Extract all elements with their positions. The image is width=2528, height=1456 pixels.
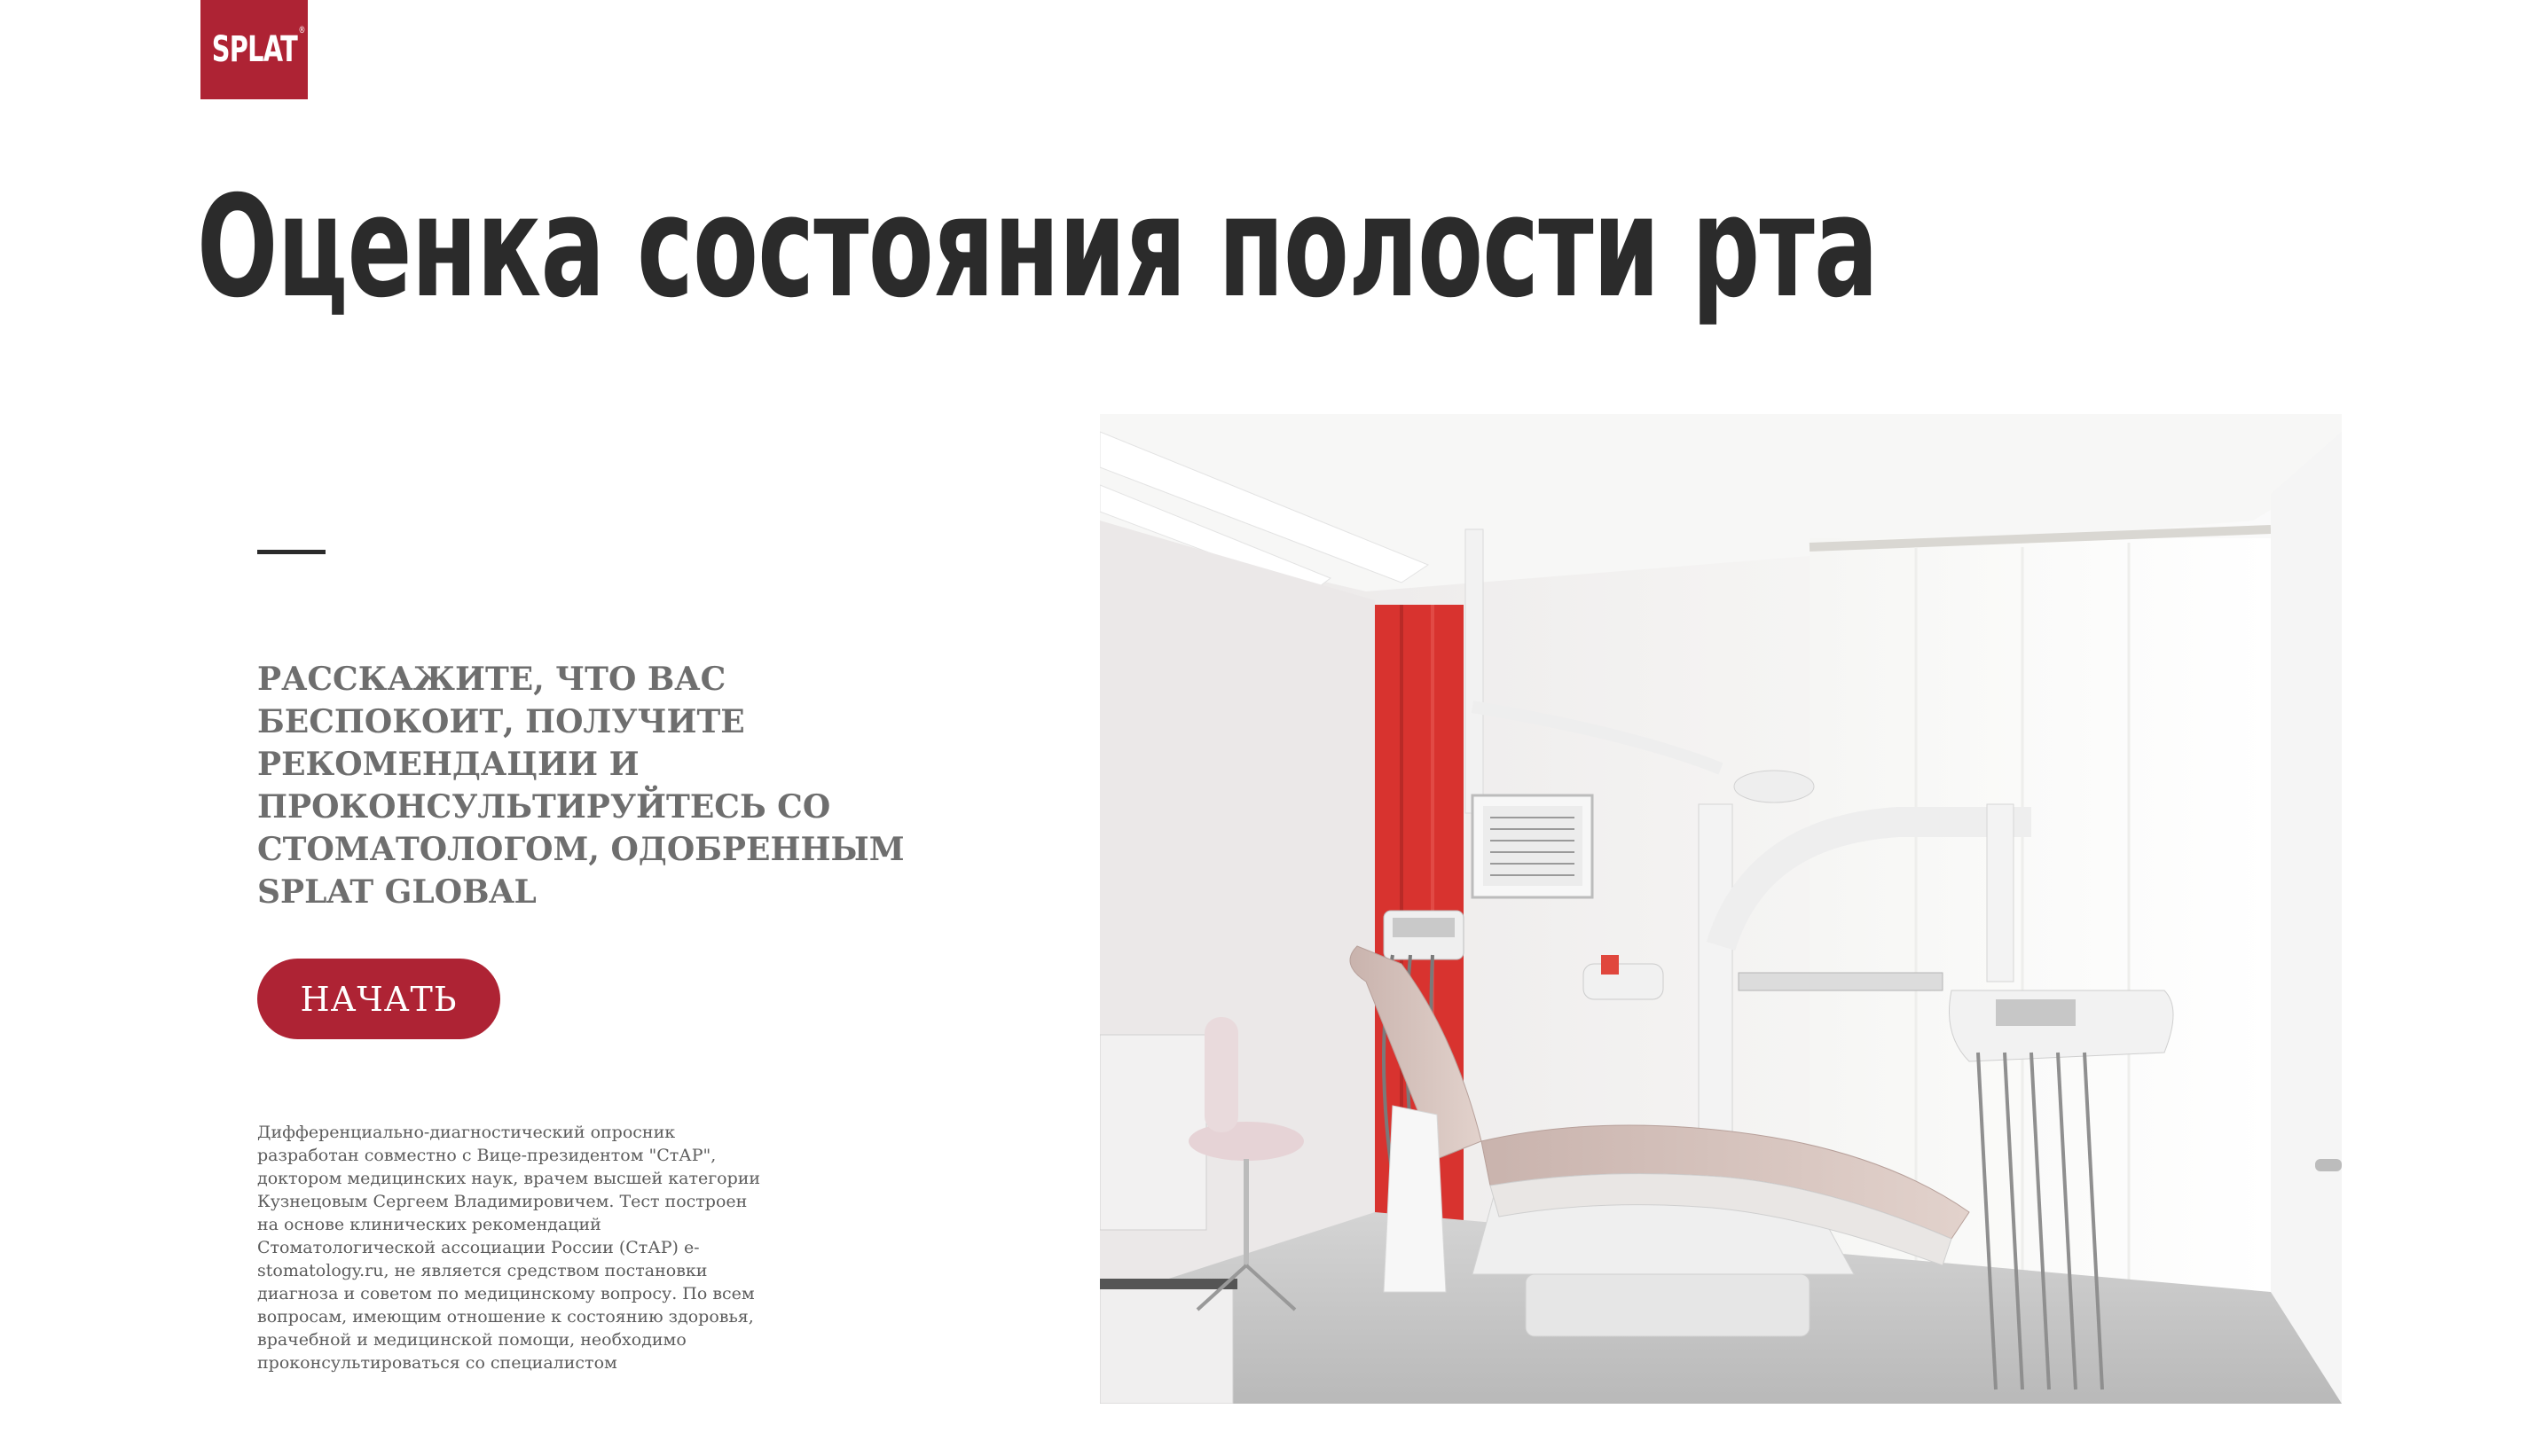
page-title: Оценка состояния полости рта [197,166,1879,329]
start-button[interactable]: НАЧАТЬ [257,959,500,1039]
disclaimer-text: Дифференциально-диагностический опросник… [257,1123,761,1373]
dental-office-illustration [1100,414,2342,1404]
logo-text: SPLAT ® [211,24,305,70]
tagline: РАССКАЖИТЕ, ЧТО ВАС БЕСПОКОИТ, ПОЛУЧИТЕ … [257,661,905,911]
dental-office-photo [1100,414,2342,1404]
registered-mark: ® [298,24,305,35]
section-divider [257,550,326,554]
splat-logo[interactable]: SPLAT ® [200,0,308,99]
